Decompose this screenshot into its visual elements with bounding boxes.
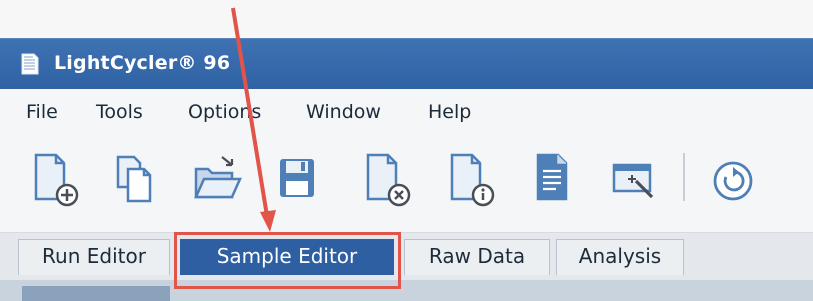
menu-window[interactable]: Window [306,101,381,123]
screen-capture-icon [612,163,654,199]
tab-raw-data[interactable]: Raw Data [404,239,550,275]
refresh-button[interactable] [708,149,758,209]
toolbar [0,137,813,233]
refresh-icon [713,161,753,201]
screen-capture-button[interactable] [610,149,660,209]
new-document-icon [34,153,79,207]
close-document-icon [366,153,411,207]
copy-document-icon [116,155,152,203]
content-header-bar [22,286,170,301]
toolbar-separator [683,153,685,201]
open-folder-icon [194,156,242,199]
menu-tools[interactable]: Tools [96,101,143,123]
annotation-highlight-box [174,232,401,289]
save-button[interactable] [272,149,322,209]
document-info-button[interactable] [446,149,496,209]
window-titlebar: LightCycler® 96 [0,38,813,89]
document-info-icon [450,153,495,207]
tab-strip: Run Editor Sample Editor Raw Data Analys… [0,232,813,281]
screenshot-stage: LightCycler® 96 File Tools Options Windo… [0,0,813,301]
new-document-button[interactable] [30,149,80,209]
report-icon [536,153,568,201]
close-document-button[interactable] [362,149,412,209]
menu-file[interactable]: File [26,101,58,123]
copy-document-button[interactable] [110,149,160,209]
lightcycler-app-icon [18,51,40,77]
window-title: LightCycler® 96 [54,52,231,74]
open-folder-button[interactable] [192,149,242,209]
content-area [0,280,813,301]
menu-bar: File Tools Options Window Help [0,89,813,137]
tab-analysis[interactable]: Analysis [556,239,684,275]
report-button[interactable] [528,149,578,209]
save-icon [280,159,314,197]
menu-options[interactable]: Options [188,101,261,123]
menu-help[interactable]: Help [428,101,471,123]
tab-run-editor[interactable]: Run Editor [18,239,170,275]
